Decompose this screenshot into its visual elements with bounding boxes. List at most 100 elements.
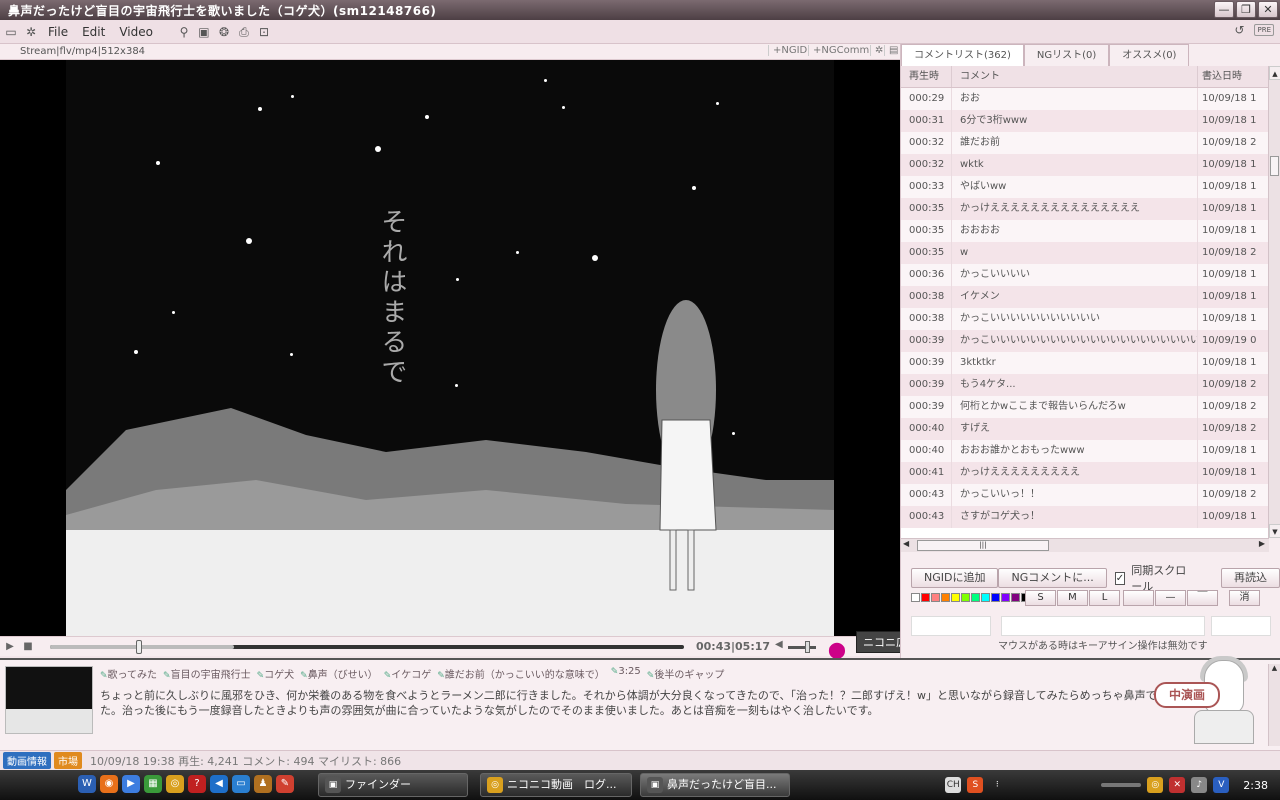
pos-top-button[interactable]: ￣	[1187, 590, 1218, 606]
video-info-badge[interactable]: 動画情報	[3, 752, 51, 769]
help-icon[interactable]: ?	[188, 775, 206, 793]
seek-bar[interactable]	[50, 640, 684, 654]
color-swatch[interactable]	[971, 593, 980, 602]
paint-icon[interactable]: ✎	[276, 775, 294, 793]
table-row[interactable]: 000:39 かっこいいいいいいいいいいいいいいいいいいいいい 10/09/19 0	[901, 330, 1269, 352]
table-row[interactable]: 000:36 かっこいいいい 10/09/18 1	[901, 264, 1269, 286]
color-swatch[interactable]	[1011, 593, 1020, 602]
table-row[interactable]: 000:40 おおお誰かとおもったwww 10/09/18 1	[901, 440, 1269, 462]
seek-handle[interactable]	[136, 640, 143, 654]
table-row[interactable]: 000:31 6分で3桁www 10/09/18 1	[901, 110, 1269, 132]
ime-mode-icon[interactable]: ⁝	[989, 777, 1005, 793]
table-row[interactable]: 000:32 wktk 10/09/18 1	[901, 154, 1269, 176]
scroll-left-icon[interactable]: ◀	[903, 539, 909, 548]
video-thumbnail[interactable]	[5, 666, 93, 734]
window-icon[interactable]: ▭	[4, 25, 18, 39]
command-input[interactable]	[911, 616, 991, 636]
table-row[interactable]: 000:39 3ktktkr 10/09/18 1	[901, 352, 1269, 374]
volume-tray-icon[interactable]: ♪	[1191, 777, 1208, 793]
chrome-icon[interactable]: ◎	[166, 775, 184, 793]
table-row[interactable]: 000:39 もう4ケタ... 10/09/18 2	[901, 374, 1269, 396]
tab-ng-list[interactable]: NGリスト(0)	[1023, 44, 1110, 66]
explorer-icon[interactable]: ▭	[232, 775, 250, 793]
add-ngcomment-button[interactable]: NGコメントに...	[998, 568, 1107, 588]
post-comment-button[interactable]	[1211, 616, 1271, 636]
table-row[interactable]: 000:29 おお 10/09/18 1	[901, 88, 1269, 110]
table-row[interactable]: 000:35 かっけえええええええええええええええ 10/09/18 1	[901, 198, 1269, 220]
pos-normal-button[interactable]	[1123, 590, 1154, 606]
comment-settings-icon[interactable]: ✲	[870, 45, 883, 56]
comment-input[interactable]	[1001, 616, 1205, 636]
comment-lock-icon[interactable]: ▤	[884, 45, 898, 56]
scroll-right-icon[interactable]: ▶	[1259, 539, 1265, 548]
app-blue-icon[interactable]: ◀	[210, 775, 228, 793]
tag-item[interactable]: ✎歌ってみた	[100, 666, 157, 681]
table-row[interactable]: 000:38 イケメン 10/09/18 1	[901, 286, 1269, 308]
grid-app-icon[interactable]: ▦	[144, 775, 162, 793]
task-player-window[interactable]: ▣ 鼻声だったけど盲目...	[640, 773, 790, 797]
table-row[interactable]: 000:38 かっこいいいいいいいいいいい 10/09/18 1	[901, 308, 1269, 330]
table-row[interactable]: 000:40 すげえ 10/09/18 2	[901, 418, 1269, 440]
tab-recommend[interactable]: オススメ(0)	[1109, 44, 1190, 66]
video-player[interactable]: それはまるで	[0, 60, 900, 636]
header-time[interactable]: 再生時	[901, 66, 951, 87]
security-icon[interactable]: V	[1213, 777, 1230, 793]
table-row[interactable]: 000:33 やばいww 10/09/18 1	[901, 176, 1269, 198]
size-medium-button[interactable]: M	[1057, 590, 1088, 606]
close-button[interactable]: ✕	[1258, 1, 1278, 18]
color-swatch[interactable]	[1001, 593, 1010, 602]
word-icon[interactable]: W	[78, 775, 96, 793]
description-scrollbar[interactable]: ▲	[1268, 664, 1280, 746]
tag-item[interactable]: ✎イケコゲ	[384, 666, 432, 681]
pre-badge[interactable]: PRE	[1254, 24, 1274, 36]
media-player-icon[interactable]: ▶	[122, 775, 140, 793]
color-swatch[interactable]	[941, 593, 950, 602]
fullscreen-icon[interactable]: ⊡	[257, 25, 271, 39]
refresh-icon[interactable]: ↺	[1232, 23, 1246, 37]
header-comment[interactable]: コメント	[951, 66, 1197, 87]
reload-button[interactable]: 再読込	[1221, 568, 1280, 588]
comment-list-vscroll[interactable]: ▲ ▼	[1268, 66, 1280, 538]
tray-slider[interactable]	[1101, 783, 1142, 787]
video-frame[interactable]: それはまるで	[66, 60, 834, 636]
pin-icon[interactable]: ⚲	[177, 25, 191, 39]
scroll-up-icon[interactable]: ▲	[1269, 66, 1280, 80]
tag-item[interactable]: ✎盲目の宇宙飛行士	[163, 666, 251, 681]
color-swatch[interactable]	[991, 593, 1000, 602]
market-badge[interactable]: 市場	[54, 752, 82, 769]
header-date[interactable]: 書込日時	[1197, 66, 1269, 87]
chrome-tray-icon[interactable]: ◎	[1147, 777, 1164, 793]
window-mode-icon[interactable]: ▣	[197, 25, 211, 39]
table-row[interactable]: 000:35 おおおお 10/09/18 1	[901, 220, 1269, 242]
table-row[interactable]: 000:43 さすがコゲ犬っ！ 10/09/18 1	[901, 506, 1269, 528]
firefox-icon[interactable]: ◉	[100, 775, 118, 793]
tool-icon[interactable]: ♟	[254, 775, 272, 793]
menu-edit[interactable]: Edit	[78, 25, 109, 39]
volume-icon[interactable]: ◀	[775, 639, 783, 650]
color-swatch[interactable]	[931, 593, 940, 602]
sync-scroll-checkbox[interactable]: ✓	[1114, 571, 1126, 585]
settings-gear-icon[interactable]: ✲	[24, 25, 38, 39]
tag-item[interactable]: ✎3:25	[611, 666, 641, 681]
hscroll-thumb[interactable]: |||	[917, 540, 1049, 551]
table-row[interactable]: 000:32 誰だお前 10/09/18 2	[901, 132, 1269, 154]
stop-icon[interactable]: ■	[20, 639, 36, 655]
color-swatch[interactable]	[921, 593, 930, 602]
maximize-button[interactable]: ❐	[1236, 1, 1256, 18]
vscroll-thumb[interactable]	[1270, 156, 1279, 176]
add-ngid-panel-button[interactable]: NGIDに追加	[911, 568, 999, 588]
tag-item[interactable]: ✎誰だお前（かっこいい的な意味で）	[437, 666, 605, 681]
clear-button[interactable]: 消	[1229, 590, 1260, 606]
pos-bottom-button[interactable]: —	[1155, 590, 1186, 606]
volume-slider[interactable]	[788, 646, 816, 649]
table-row[interactable]: 000:35 w 10/09/18 2	[901, 242, 1269, 264]
add-ngcomm-button[interactable]: +NGComm	[808, 45, 869, 56]
bug-icon[interactable]: ❂	[217, 25, 231, 39]
play-icon[interactable]: ▶	[2, 639, 18, 655]
scroll-down-icon[interactable]: ▼	[1269, 524, 1280, 538]
table-row[interactable]: 000:39 何桁とかwここまで報告いらんだろw 10/09/18 2	[901, 396, 1269, 418]
tag-item[interactable]: ✎後半のギャップ	[647, 666, 725, 681]
language-ch-icon[interactable]: CH	[945, 777, 962, 793]
tag-item[interactable]: ✎コゲ犬	[257, 666, 295, 681]
volume-handle[interactable]	[804, 641, 810, 653]
